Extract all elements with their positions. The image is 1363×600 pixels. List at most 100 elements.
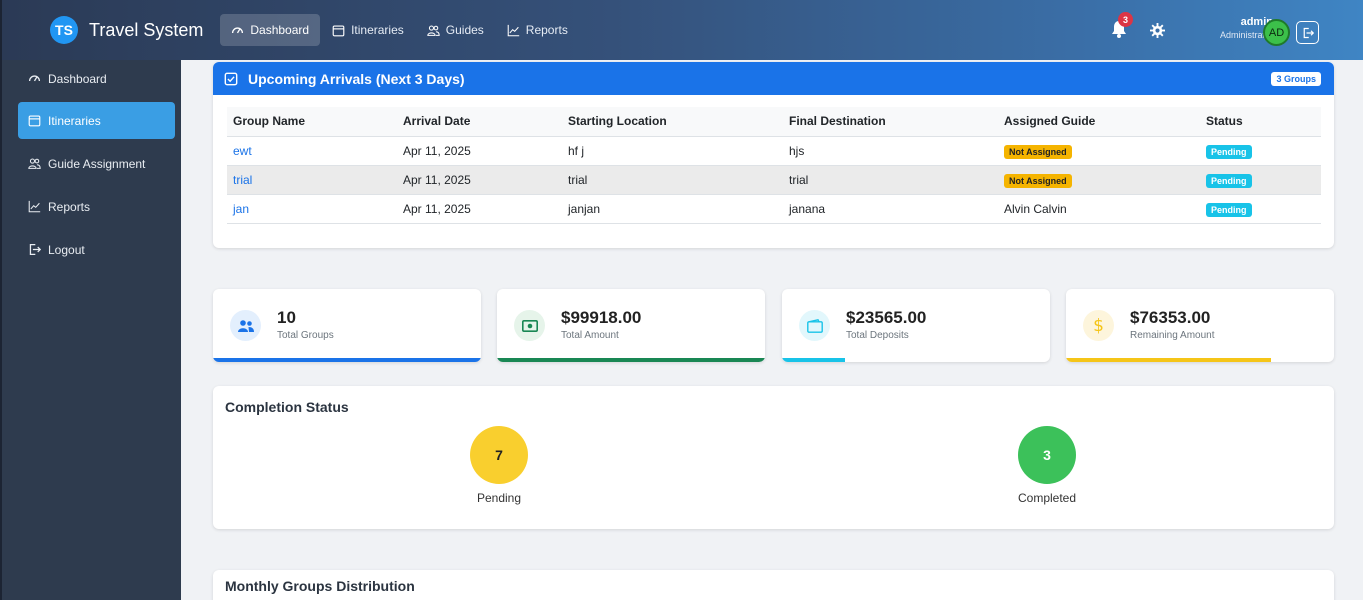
final-destination: janana — [783, 194, 998, 224]
completion-status-card: Completion Status 7 Pending 3 Completed — [213, 386, 1334, 529]
stat-label: Total Amount — [561, 330, 619, 341]
logout-icon — [1303, 27, 1314, 38]
starting-location: hf j — [562, 136, 783, 166]
starting-location: trial — [562, 165, 783, 195]
column-header: Assigned Guide — [998, 107, 1200, 137]
topnav-reports[interactable]: Reports — [496, 14, 579, 46]
sidebar-item-label: Reports — [48, 199, 91, 214]
chart-icon — [507, 24, 519, 36]
sidebar: Dashboard Itineraries Guide Assignment R… — [0, 60, 181, 600]
arrivals-title: Upcoming Arrivals (Next 3 Days) — [248, 70, 465, 87]
table-row: jan Apr 11, 2025 janjan janana Alvin Cal… — [227, 194, 1321, 224]
guide-status-badge: Not Assigned — [1004, 144, 1072, 159]
stat-value: $99918.00 — [561, 308, 642, 327]
calendar-check-icon — [224, 72, 238, 85]
sidebar-item-label: Logout — [48, 242, 85, 257]
notifications-button[interactable]: 3 — [1111, 12, 1133, 40]
group-link[interactable]: trial — [233, 173, 252, 187]
sidebar-item-itineraries[interactable]: Itineraries — [18, 102, 175, 139]
stat-value: $76353.00 — [1130, 308, 1211, 327]
status-badge: Pending — [1206, 144, 1252, 159]
wallet-icon — [799, 310, 830, 341]
topnav-guides[interactable]: Guides — [416, 14, 495, 46]
user-role: Administrator — [1219, 30, 1273, 40]
topnav-label: Dashboard — [250, 23, 310, 37]
stat-label: Total Groups — [277, 330, 334, 341]
column-header: Status — [1200, 107, 1321, 137]
stat-card-total-deposits: $23565.00 Total Deposits — [782, 289, 1050, 362]
group-link[interactable]: ewt — [233, 144, 252, 158]
sidebar-item-dashboard[interactable]: Dashboard — [18, 60, 175, 97]
arrivals-table: Group Name Arrival Date Starting Locatio… — [227, 107, 1321, 224]
groups-count-badge: 3 Groups — [1271, 72, 1321, 86]
column-header: Final Destination — [783, 107, 998, 137]
assigned-guide: Alvin Calvin — [998, 194, 1200, 224]
stat-label: Remaining Amount — [1130, 330, 1215, 341]
top-navbar: TS Travel System Dashboard Itineraries G… — [0, 0, 1363, 60]
people-icon — [28, 158, 41, 169]
stat-progress-bar — [782, 358, 846, 362]
user-name: admin — [1240, 16, 1273, 28]
top-nav: Dashboard Itineraries Guides Reports — [220, 14, 579, 46]
stat-label: Total Deposits — [846, 330, 909, 341]
stat-value: $23565.00 — [846, 308, 927, 327]
pending-count-circle: 7 — [470, 426, 528, 484]
guide-status-badge: Not Assigned — [1004, 173, 1072, 188]
topnav-dashboard[interactable]: Dashboard — [220, 14, 321, 46]
arrival-date: Apr 11, 2025 — [397, 194, 562, 224]
calendar-icon — [28, 115, 41, 127]
status-badge: Pending — [1206, 202, 1252, 217]
user-info[interactable]: admin Administrator — [1193, 16, 1273, 40]
starting-location: janjan — [562, 194, 783, 224]
status-badge: Pending — [1206, 173, 1252, 188]
topnav-label: Guides — [445, 23, 484, 37]
sidebar-item-label: Itineraries — [48, 113, 101, 128]
notification-badge: 3 — [1118, 12, 1133, 27]
logout-button[interactable] — [1296, 21, 1319, 44]
topnav-itineraries[interactable]: Itineraries — [321, 14, 415, 46]
sidebar-item-reports[interactable]: Reports — [18, 188, 175, 225]
stat-progress-bar — [497, 358, 765, 362]
logout-icon — [29, 243, 41, 256]
column-header: Group Name — [227, 107, 397, 137]
column-header: Arrival Date — [397, 107, 562, 137]
cash-icon — [514, 310, 545, 341]
arrival-date: Apr 11, 2025 — [397, 165, 562, 195]
completed-label: Completed — [1017, 491, 1077, 505]
table-row: trial Apr 11, 2025 trial trial Not Assig… — [227, 165, 1321, 195]
brand[interactable]: TS Travel System — [50, 16, 203, 44]
stat-card-total-amount: $99918.00 Total Amount — [497, 289, 765, 362]
topnav-label: Itineraries — [351, 23, 404, 37]
final-destination: hjs — [783, 136, 998, 166]
people-icon — [427, 25, 440, 36]
table-header-row: Group Name Arrival Date Starting Locatio… — [227, 107, 1321, 137]
stat-value: 10 — [277, 308, 296, 327]
arrival-date: Apr 11, 2025 — [397, 136, 562, 166]
sidebar-item-logout[interactable]: Logout — [18, 231, 175, 268]
brand-name: Travel System — [89, 19, 204, 40]
stat-card-remaining-amount: $ $76353.00 Remaining Amount — [1066, 289, 1334, 362]
completion-title: Completion Status — [225, 399, 349, 415]
topnav-label: Reports — [525, 23, 568, 37]
stat-progress-bar — [1066, 358, 1271, 362]
column-header: Starting Location — [562, 107, 783, 137]
stat-card-total-groups: 10 Total Groups — [213, 289, 481, 362]
sidebar-item-label: Dashboard — [48, 71, 107, 86]
dashboard-icon — [28, 75, 41, 82]
completed-count-circle: 3 — [1018, 426, 1076, 484]
upcoming-arrivals-card: Upcoming Arrivals (Next 3 Days) 3 Groups… — [213, 62, 1334, 248]
table-row: ewt Apr 11, 2025 hf j hjs Not Assigned P… — [227, 136, 1321, 166]
settings-button[interactable] — [1150, 23, 1165, 41]
arrivals-header: Upcoming Arrivals (Next 3 Days) 3 Groups — [213, 62, 1334, 95]
people-icon — [230, 310, 261, 341]
dollar-icon: $ — [1083, 310, 1114, 341]
sidebar-item-label: Guide Assignment — [48, 156, 146, 171]
group-link[interactable]: jan — [233, 202, 249, 216]
monthly-distribution-card: Monthly Groups Distribution — [213, 570, 1334, 600]
avatar[interactable]: AD — [1263, 19, 1290, 46]
pending-label: Pending — [476, 491, 522, 505]
stat-progress-bar — [213, 358, 481, 362]
brand-logo: TS — [50, 16, 78, 44]
final-destination: trial — [783, 165, 998, 195]
sidebar-item-guide-assignment[interactable]: Guide Assignment — [18, 145, 175, 182]
